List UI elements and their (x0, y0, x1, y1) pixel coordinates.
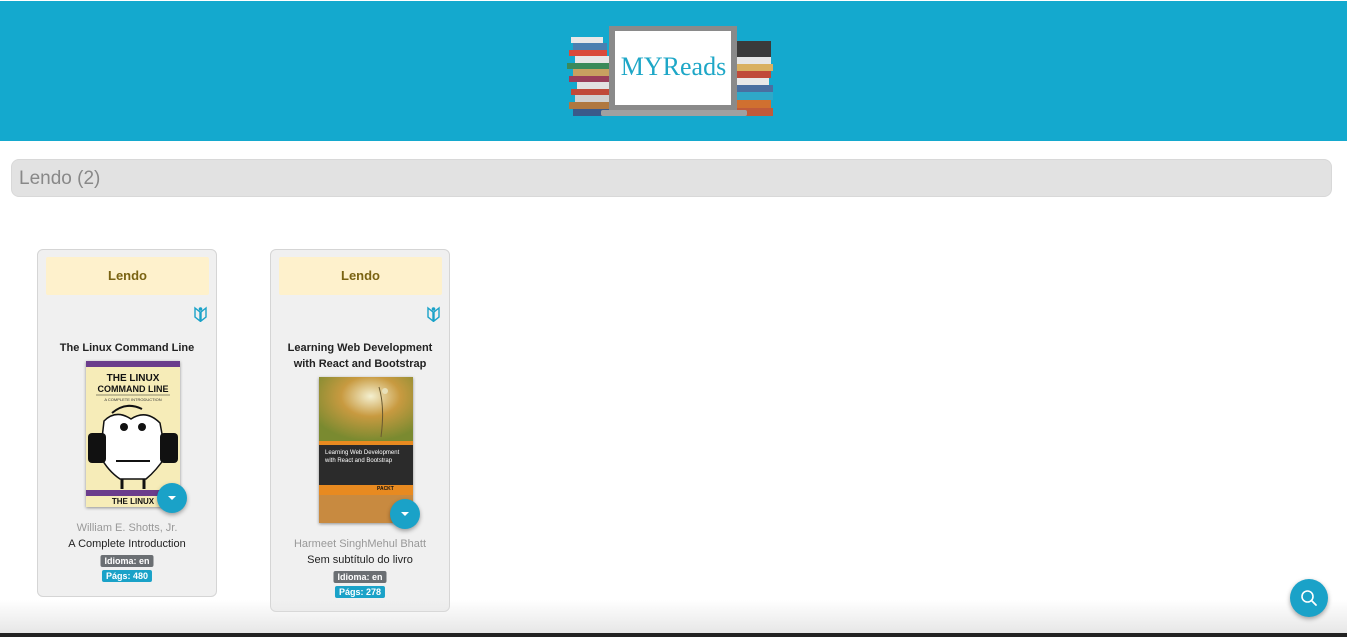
book-authors: Harmeet SinghMehul Bhatt (293, 538, 427, 550)
taskbar-edge (0, 633, 1347, 637)
pages-badge: Págs: 278 (334, 586, 386, 598)
language-badge: Idioma: en (100, 555, 154, 567)
cover-title: Learning Web Development with React and … (325, 450, 400, 464)
bottom-fade (0, 600, 1347, 637)
pages-badge: Págs: 480 (101, 570, 153, 582)
book-card: Lendo The Linux Command Line THE LINUX C… (37, 249, 217, 597)
chevron-down-icon (168, 496, 176, 500)
book-subtitle: A Complete Introduction (68, 538, 186, 550)
book-card: Lendo Learning Web Development with Reac… (270, 249, 450, 612)
book-title: Learning Web Development with React and … (287, 342, 433, 370)
cover-subtext: A COMPLETE INTRODUCTION (104, 397, 162, 402)
chevron-down-icon (401, 512, 409, 516)
shelf-menu-button[interactable] (157, 483, 187, 513)
book-reader-icon[interactable] (193, 306, 208, 323)
cover-text: COMMAND LINE (97, 384, 169, 394)
book-title: The Linux Command Line (59, 342, 195, 354)
shelf-menu-button[interactable] (390, 499, 420, 529)
book-reader-icon[interactable] (426, 306, 441, 323)
shelf-title[interactable]: Lendo (2) (11, 159, 1332, 197)
app-header: MYReads (0, 1, 1347, 141)
logo-text: MYReads (620, 52, 727, 81)
publisher-logo: PACKT (377, 486, 394, 492)
myreads-logo: MYReads (563, 23, 781, 121)
search-icon (1301, 590, 1317, 606)
book-authors: William E. Shotts, Jr. (76, 522, 178, 534)
cover-text: THE LINUX (106, 373, 160, 384)
shelf-badge: Lendo (46, 257, 209, 295)
search-button[interactable] (1290, 579, 1328, 617)
book-subtitle: Sem subtítulo do livro (307, 554, 413, 566)
shelf-badge: Lendo (279, 257, 442, 295)
language-badge: Idioma: en (333, 571, 387, 583)
